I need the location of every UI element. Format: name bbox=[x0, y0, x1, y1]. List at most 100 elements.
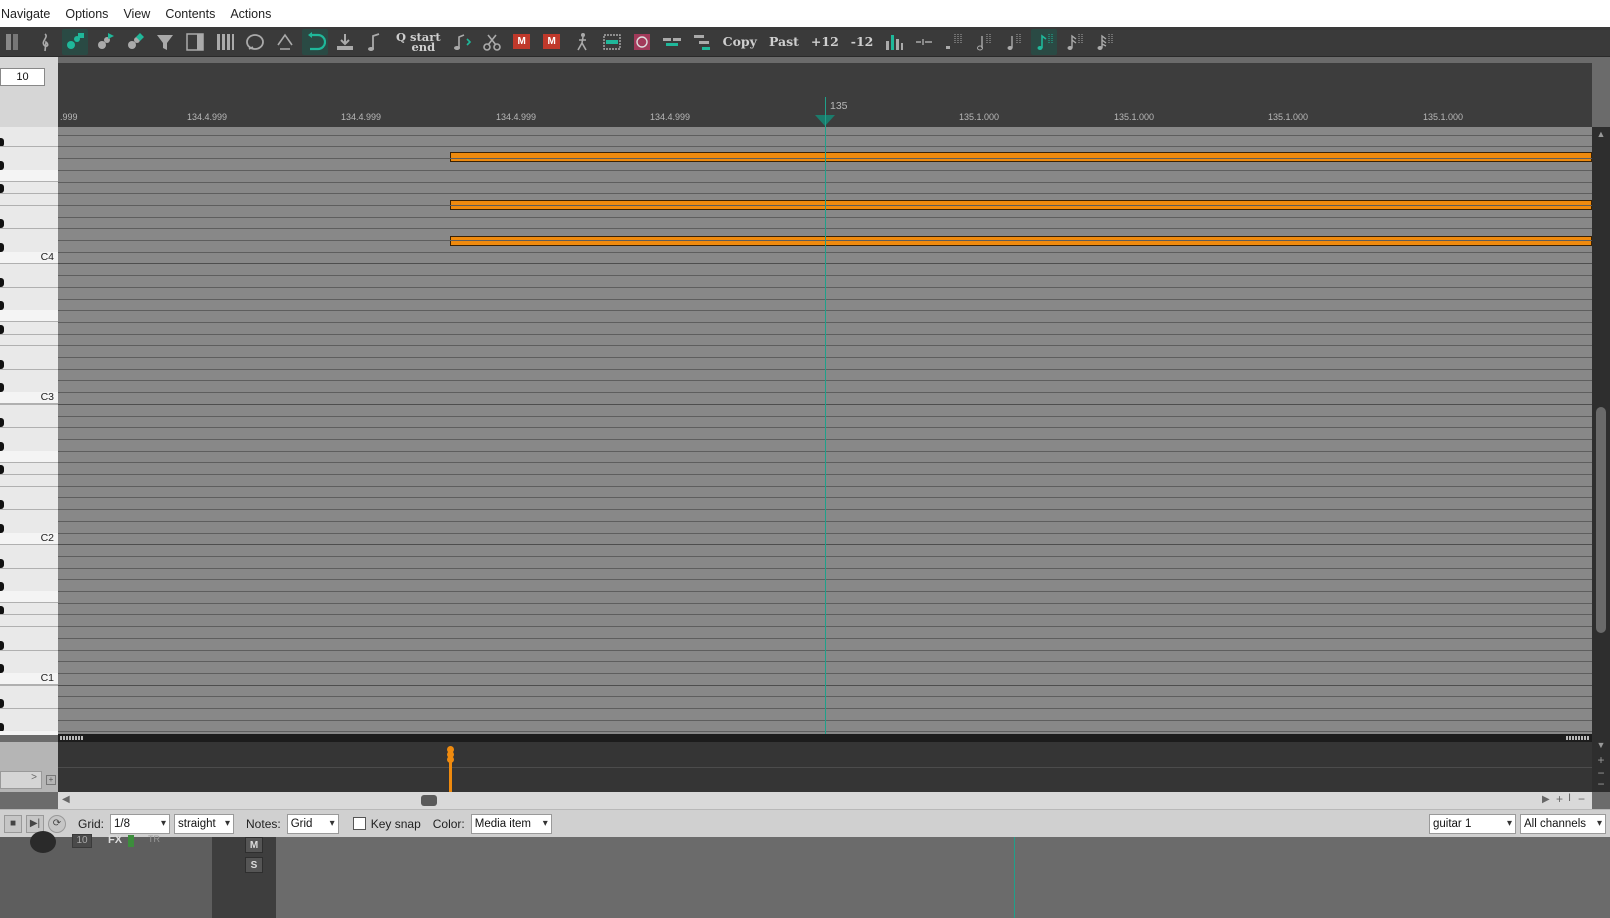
divider-grip-icon[interactable] bbox=[60, 736, 84, 740]
black-key[interactable] bbox=[0, 524, 4, 533]
scroll-up-icon[interactable]: ▲ bbox=[1596, 129, 1606, 139]
white-key[interactable] bbox=[0, 369, 58, 370]
menu-options[interactable]: Options bbox=[65, 7, 115, 21]
white-key[interactable] bbox=[0, 205, 58, 206]
notes-select[interactable]: Grid ▾ bbox=[286, 813, 339, 834]
zoom-in-vertical-icon[interactable]: + bbox=[1596, 754, 1606, 766]
quantize-start-end-button[interactable]: Q start end bbox=[392, 29, 445, 55]
quarter-note-icon[interactable] bbox=[1001, 29, 1027, 55]
link-icon[interactable] bbox=[272, 29, 298, 55]
white-key[interactable] bbox=[0, 287, 58, 288]
import-icon[interactable] bbox=[332, 29, 358, 55]
grid-view-icon[interactable] bbox=[2, 29, 28, 55]
white-key[interactable] bbox=[0, 509, 58, 510]
black-key[interactable] bbox=[0, 500, 4, 509]
menu-contents[interactable]: Contents bbox=[165, 7, 222, 21]
trim-envelope-button[interactable]: TR bbox=[148, 834, 160, 844]
black-key[interactable] bbox=[0, 582, 4, 591]
paw-play-icon[interactable] bbox=[92, 29, 118, 55]
white-key[interactable] bbox=[0, 427, 58, 428]
zoom-level-field[interactable]: 10 bbox=[0, 68, 45, 86]
white-key[interactable] bbox=[0, 263, 58, 264]
white-key[interactable] bbox=[0, 626, 58, 627]
loop-toggle-icon[interactable] bbox=[302, 28, 328, 55]
scroll-down-icon[interactable]: ▼ bbox=[1596, 740, 1606, 750]
half-note-icon[interactable] bbox=[971, 29, 997, 55]
split-notes-icon[interactable] bbox=[659, 29, 685, 55]
cc-lane-divider[interactable] bbox=[58, 734, 1592, 742]
vertical-scroll-thumb[interactable] bbox=[1596, 407, 1606, 633]
black-key[interactable] bbox=[0, 301, 4, 310]
channel-select[interactable]: All channels ▾ bbox=[1520, 813, 1606, 834]
black-key[interactable] bbox=[0, 442, 4, 451]
zoom-out-horizontal-icon[interactable]: − bbox=[1578, 792, 1585, 806]
triplet-icon[interactable] bbox=[911, 29, 937, 55]
white-key[interactable] bbox=[0, 591, 58, 603]
scroll-left-icon[interactable]: ◀ bbox=[62, 794, 70, 805]
menu-actions[interactable]: Actions bbox=[230, 7, 278, 21]
horizontal-scroll-thumb[interactable] bbox=[421, 795, 437, 806]
volume-knob-icon[interactable] bbox=[30, 831, 56, 853]
black-key[interactable] bbox=[0, 664, 4, 673]
white-key[interactable] bbox=[0, 334, 58, 335]
paw-record-icon[interactable] bbox=[122, 29, 148, 55]
mute-button[interactable]: M bbox=[509, 29, 535, 55]
whole-note-icon[interactable] bbox=[941, 29, 967, 55]
white-key[interactable] bbox=[0, 708, 58, 709]
sync-icon[interactable]: ⟳ bbox=[48, 814, 66, 833]
white-key[interactable] bbox=[0, 404, 58, 405]
play-from-cursor-icon[interactable]: ▶| bbox=[26, 814, 44, 833]
black-key[interactable] bbox=[0, 383, 4, 392]
grid-pattern-icon[interactable] bbox=[629, 29, 655, 55]
black-key[interactable] bbox=[0, 278, 4, 287]
select-region-icon[interactable] bbox=[599, 29, 625, 55]
velocity-handle[interactable] bbox=[447, 756, 454, 763]
copy-button[interactable]: Copy bbox=[719, 29, 761, 55]
black-key[interactable] bbox=[0, 161, 4, 170]
white-key[interactable] bbox=[0, 474, 58, 475]
white-key[interactable] bbox=[0, 345, 58, 346]
scissors-icon[interactable] bbox=[479, 29, 505, 55]
white-key[interactable] bbox=[0, 650, 58, 651]
unmute-button[interactable]: M bbox=[539, 29, 565, 55]
white-key[interactable] bbox=[0, 486, 58, 487]
thirty-second-note-icon[interactable] bbox=[1091, 29, 1117, 55]
paw-select-icon[interactable] bbox=[62, 28, 88, 55]
note-arrows-icon[interactable] bbox=[449, 29, 475, 55]
loop-region-icon[interactable] bbox=[242, 29, 268, 55]
white-key[interactable] bbox=[0, 451, 58, 463]
black-key[interactable] bbox=[0, 184, 4, 193]
black-key[interactable] bbox=[0, 465, 4, 474]
black-key[interactable] bbox=[0, 325, 4, 334]
paste-button[interactable]: Past bbox=[765, 29, 803, 55]
white-key[interactable] bbox=[0, 685, 58, 686]
white-key[interactable] bbox=[0, 544, 58, 545]
white-key[interactable] bbox=[0, 170, 58, 182]
black-key[interactable] bbox=[0, 360, 4, 369]
zoom-reset-horizontal-icon[interactable]: I bbox=[1568, 792, 1571, 804]
menu-navigate[interactable]: Navigate bbox=[0, 7, 57, 21]
panel-icon[interactable] bbox=[182, 29, 208, 55]
velocity-bars-icon[interactable] bbox=[881, 29, 907, 55]
track-select[interactable]: guitar 1 ▾ bbox=[1429, 813, 1516, 834]
color-select[interactable]: Media item ▾ bbox=[470, 813, 552, 834]
menu-view[interactable]: View bbox=[123, 7, 157, 21]
zoom-out-vertical-icon[interactable]: − bbox=[1596, 778, 1606, 790]
horizontal-scrollbar[interactable]: ◀ ▶ + I − bbox=[58, 792, 1592, 809]
key-snap-checkbox[interactable] bbox=[352, 817, 366, 830]
black-key[interactable] bbox=[0, 418, 4, 427]
transpose-up-button[interactable]: +12 bbox=[807, 29, 843, 55]
cc-velocity-lane[interactable] bbox=[58, 742, 1592, 792]
midi-note[interactable] bbox=[450, 236, 1592, 246]
white-key[interactable] bbox=[0, 731, 58, 735]
piano-keyboard[interactable]: C4 C3 C2 C1 bbox=[0, 127, 58, 735]
divider-grip-icon[interactable] bbox=[1566, 736, 1590, 740]
track-solo-button[interactable]: S bbox=[245, 857, 263, 873]
walk-icon[interactable] bbox=[569, 29, 595, 55]
white-key[interactable] bbox=[0, 228, 58, 229]
white-key[interactable] bbox=[0, 146, 58, 147]
track-mute-button[interactable]: M bbox=[245, 837, 263, 853]
fx-button[interactable]: FX bbox=[108, 834, 122, 846]
white-key[interactable] bbox=[0, 310, 58, 322]
cc-lane-selector[interactable]: > bbox=[0, 771, 42, 789]
